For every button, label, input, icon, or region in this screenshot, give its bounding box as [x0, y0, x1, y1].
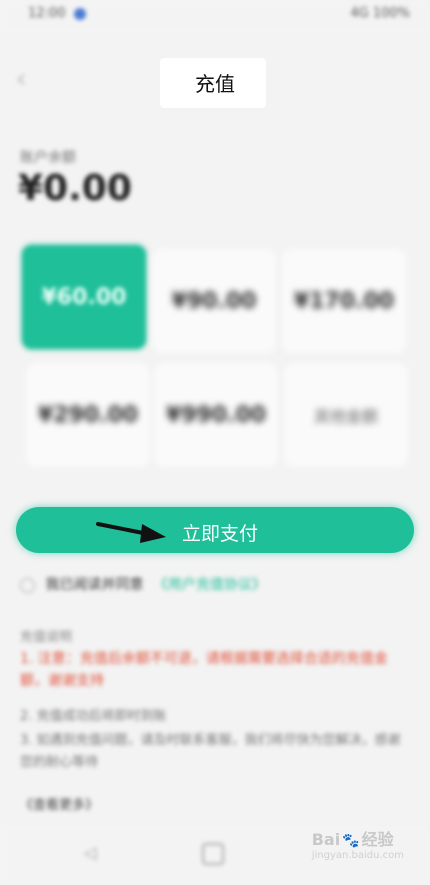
amount-label: ¥990.00 [165, 402, 267, 428]
agreement-link[interactable]: 《用户充值协议》 [154, 577, 266, 593]
amount-label: ¥290.00 [37, 402, 139, 428]
amount-option[interactable]: ¥90.00 [152, 249, 276, 353]
notes-title: 充值说明 [20, 630, 73, 645]
agreement-row[interactable]: 我已阅读并同意 《用户充值协议》 [20, 574, 266, 594]
amount-option[interactable]: ¥170.00 [282, 249, 406, 353]
amount-label: ¥90.00 [171, 288, 257, 314]
nav-back-icon[interactable]: ◁ [84, 843, 102, 862]
watermark-suffix: 经验 [361, 830, 394, 849]
pointer-arrow-icon [96, 522, 166, 543]
amount-option-selected[interactable]: ¥60.00 [22, 245, 146, 349]
amount-option[interactable]: ¥990.00 [154, 363, 278, 467]
status-indicators: 4G 100% [350, 6, 410, 21]
status-bar: 12:00 4G 100% [0, 0, 430, 34]
watermark-text: Bai [311, 830, 341, 849]
amount-grid: ¥60.00 ¥90.00 ¥170.00 ¥290.00 ¥990.00 其他… [22, 245, 408, 467]
balance-value: ¥0.00 [18, 168, 132, 209]
pay-now-label: 立即支付 [181, 523, 258, 545]
watermark-sub: jingyan.baidu.com [311, 850, 404, 861]
amount-option[interactable]: ¥290.00 [26, 363, 150, 467]
amount-label: ¥60.00 [41, 284, 127, 310]
baidu-watermark: Bai 🐾 经验 jingyan.baidu.com [312, 826, 404, 861]
paw-icon: 🐾 [342, 833, 360, 849]
notes-more-link[interactable]: 《查看更多》 [20, 794, 98, 813]
agreement-text: 我已阅读并同意 [45, 577, 144, 593]
status-time: 12:00 [28, 6, 86, 21]
notes-line: 3. 如遇到充值问题，请及时联系客服，我们将尽快为您解决，感谢您的耐心等待 [20, 733, 401, 770]
notification-icon [73, 7, 86, 20]
amount-label: 其他金额 [313, 407, 378, 426]
page-header: ‹ 充值 [0, 52, 430, 108]
notes-line: 2. 充值成功后将即时到账 [20, 709, 167, 724]
notes-warning: 1. 注意：充值后余额不可退，请根据需要选择合适的充值金额，谢谢支持 [20, 651, 388, 689]
amount-option-custom[interactable]: 其他金额 [284, 363, 408, 467]
page-title: 充值 [195, 72, 235, 96]
amount-label: ¥170.00 [293, 288, 395, 314]
agreement-checkbox[interactable] [20, 577, 35, 593]
nav-home-icon[interactable] [202, 843, 224, 865]
pay-now-button[interactable]: 立即支付 [16, 507, 414, 553]
balance-label: 账户余额 [20, 150, 76, 166]
status-time-text: 12:00 [28, 6, 66, 21]
